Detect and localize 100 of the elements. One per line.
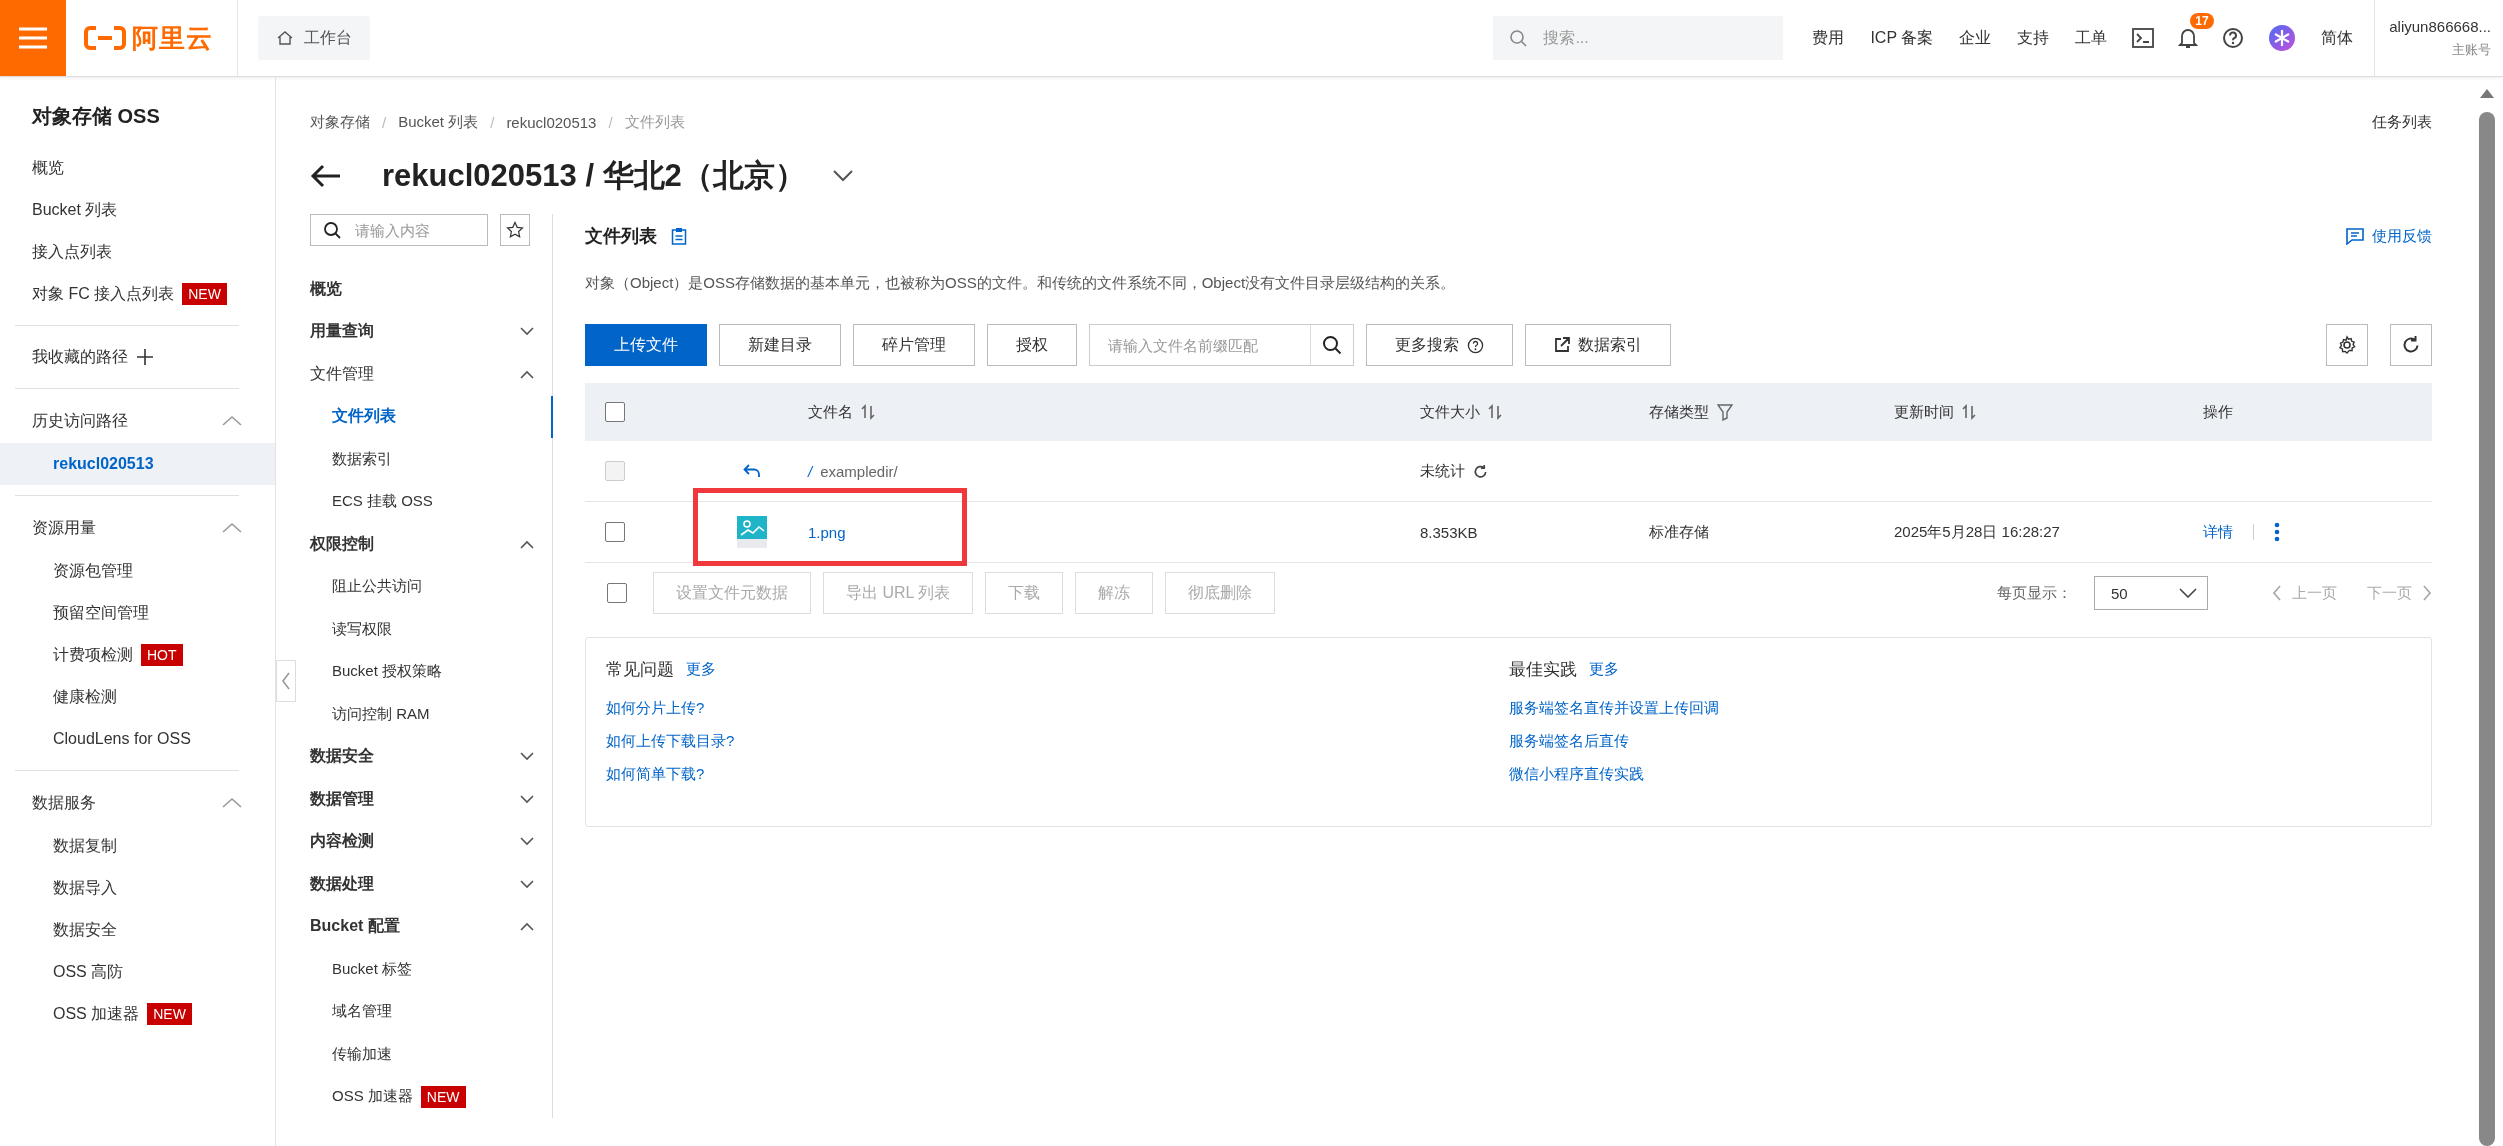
sidebar-item[interactable]: 资源包管理 bbox=[0, 550, 275, 592]
nav-item[interactable]: 阻止公共访问 bbox=[310, 565, 553, 608]
sidebar-item[interactable]: 计费项检测 HOT bbox=[0, 634, 275, 676]
sidebar-item[interactable]: OSS 高防 bbox=[0, 951, 275, 993]
more-link[interactable]: 更多 bbox=[686, 660, 716, 679]
checkbox[interactable] bbox=[605, 402, 625, 422]
clipboard-icon[interactable] bbox=[671, 227, 687, 245]
nav-section[interactable]: 数据管理 bbox=[310, 788, 374, 810]
nav-item[interactable]: 读写权限 bbox=[310, 608, 553, 651]
nav-section[interactable]: Bucket 配置 bbox=[310, 916, 400, 938]
chevron-icon[interactable] bbox=[520, 327, 534, 337]
help-link[interactable]: 如何简单下载? bbox=[606, 765, 705, 784]
sort-icon[interactable] bbox=[1962, 404, 1976, 420]
sidebar-item[interactable]: 接入点列表 bbox=[0, 231, 275, 273]
nav-item[interactable]: 域名管理 bbox=[310, 990, 553, 1033]
sidebar-item[interactable]: 健康检测 bbox=[0, 676, 275, 718]
nav-link[interactable]: 费用 bbox=[1799, 27, 1858, 49]
chevron-icon[interactable] bbox=[520, 752, 534, 762]
toolbar-button[interactable]: 碎片管理 bbox=[853, 324, 975, 366]
chevron-icon[interactable] bbox=[520, 794, 534, 804]
nav-item[interactable]: OSS 加速器 NEW bbox=[310, 1075, 553, 1118]
help-link[interactable]: 微信小程序直传实践 bbox=[1508, 765, 1644, 784]
chevron-icon[interactable] bbox=[520, 369, 534, 379]
sidebar-item[interactable]: OSS 加速器 NEW bbox=[0, 993, 275, 1035]
scrollbar-thumb[interactable] bbox=[2478, 112, 2495, 1146]
nav-link[interactable]: ICP 备案 bbox=[1857, 27, 1947, 49]
chevron-icon[interactable] bbox=[520, 922, 534, 932]
chevron-icon[interactable] bbox=[520, 539, 534, 549]
nav-section[interactable]: 文件管理 bbox=[310, 363, 374, 385]
toolbar-button[interactable]: 新建目录 bbox=[719, 324, 841, 366]
nav-section[interactable]: 数据处理 bbox=[310, 873, 374, 895]
breadcrumb-link[interactable]: Bucket 列表 bbox=[398, 113, 479, 132]
nav-item[interactable]: Bucket 授权策略 bbox=[310, 650, 553, 693]
sidebar-item[interactable]: CloudLens for OSS bbox=[0, 718, 275, 760]
avatar-icon[interactable] bbox=[2268, 24, 2297, 52]
sort-icon[interactable] bbox=[1488, 404, 1502, 420]
search-input[interactable]: 搜索... bbox=[1541, 28, 1768, 48]
chevron-icon[interactable] bbox=[520, 837, 534, 847]
sidebar-item[interactable]: 预留空间管理 bbox=[0, 592, 275, 634]
terminal-icon[interactable] bbox=[2132, 28, 2155, 48]
sidebar-group-header[interactable]: 数据服务 bbox=[32, 792, 96, 814]
nav-item[interactable]: ECS 挂载 OSS bbox=[310, 480, 553, 523]
checkbox[interactable] bbox=[605, 522, 625, 542]
file-search-field[interactable]: 请输入文件名前缀匹配 bbox=[1089, 324, 1354, 366]
sidebar-group-header[interactable]: 资源用量 bbox=[32, 517, 96, 539]
refresh-icon[interactable] bbox=[1473, 463, 1488, 479]
account-name[interactable]: aliyun866668... bbox=[2389, 17, 2491, 35]
breadcrumb-link[interactable]: rekucl020513 bbox=[506, 114, 597, 131]
page-size-select[interactable]: 50 bbox=[2094, 576, 2208, 610]
dropdown-caret-icon[interactable] bbox=[831, 169, 854, 183]
nav-section[interactable]: 概览 bbox=[310, 278, 342, 300]
checkbox[interactable] bbox=[607, 583, 627, 603]
chevron-icon[interactable] bbox=[520, 879, 534, 889]
sidebar-group-header[interactable]: 历史访问路径 bbox=[32, 410, 128, 432]
help-link[interactable]: 服务端签名直传并设置上传回调 bbox=[1508, 699, 1719, 718]
add-icon[interactable] bbox=[136, 348, 154, 366]
language-link[interactable]: 简体 bbox=[2308, 27, 2367, 49]
bell-icon[interactable] bbox=[2178, 27, 2199, 49]
filter-icon[interactable] bbox=[1717, 403, 1733, 421]
sidebar-item[interactable]: 数据复制 bbox=[0, 825, 275, 867]
menu-button[interactable] bbox=[0, 0, 66, 76]
nav-link[interactable]: 工单 bbox=[2062, 27, 2121, 49]
nav-search-field[interactable]: 请输入内容 bbox=[310, 214, 488, 246]
settings-button[interactable] bbox=[2326, 324, 2368, 366]
help-icon[interactable] bbox=[2222, 27, 2245, 49]
more-search-button[interactable]: 更多搜索 bbox=[1366, 324, 1513, 366]
nav-item[interactable]: 访问控制 RAM bbox=[310, 693, 553, 736]
feedback-link[interactable]: 使用反馈 bbox=[2346, 226, 2432, 246]
help-link[interactable]: 如何分片上传? bbox=[606, 699, 705, 718]
toolbar-button[interactable]: 授权 bbox=[987, 324, 1077, 366]
more-icon[interactable] bbox=[2274, 522, 2280, 542]
sort-icon[interactable] bbox=[861, 404, 875, 420]
help-link[interactable]: 如何上传下载目录? bbox=[606, 732, 735, 751]
sidebar-item[interactable]: 数据安全 bbox=[0, 909, 275, 951]
search-field[interactable]: 搜索... bbox=[1493, 16, 1784, 60]
help-link[interactable]: 服务端签名后直传 bbox=[1508, 732, 1629, 751]
nav-item[interactable]: 数据索引 bbox=[310, 438, 553, 481]
refresh-button[interactable] bbox=[2390, 324, 2432, 366]
details-link[interactable]: 详情 bbox=[2203, 522, 2233, 542]
back-icon[interactable] bbox=[742, 464, 761, 478]
search-icon[interactable] bbox=[1322, 335, 1342, 355]
nav-item[interactable]: Bucket 标签 bbox=[310, 948, 553, 991]
more-link[interactable]: 更多 bbox=[1588, 660, 1619, 679]
sidebar-item[interactable]: rekucl020513 bbox=[0, 443, 275, 485]
task-list-link[interactable]: 任务列表 bbox=[2372, 113, 2432, 132]
favorite-button[interactable] bbox=[500, 214, 530, 246]
back-arrow-icon[interactable] bbox=[310, 164, 342, 188]
nav-section[interactable]: 用量查询 bbox=[310, 321, 374, 343]
nav-section[interactable]: 内容检测 bbox=[310, 831, 374, 853]
nav-link[interactable]: 企业 bbox=[1946, 27, 2005, 49]
data-index-button[interactable]: 数据索引 bbox=[1525, 324, 1671, 366]
nav-link[interactable]: 支持 bbox=[2004, 27, 2063, 49]
sidebar-item[interactable]: 概览 bbox=[0, 147, 275, 189]
breadcrumb-link[interactable]: 对象存储 bbox=[310, 113, 370, 132]
nav-search-input[interactable]: 请输入内容 bbox=[353, 220, 475, 240]
sidebar-item[interactable]: 数据导入 bbox=[0, 867, 275, 909]
sidebar-item[interactable]: 对象 FC 接入点列表 NEW bbox=[0, 273, 275, 315]
nav-section[interactable]: 数据安全 bbox=[310, 746, 374, 768]
file-name-link[interactable]: 1.png bbox=[808, 523, 846, 541]
toolbar-button[interactable]: 上传文件 bbox=[585, 324, 707, 366]
